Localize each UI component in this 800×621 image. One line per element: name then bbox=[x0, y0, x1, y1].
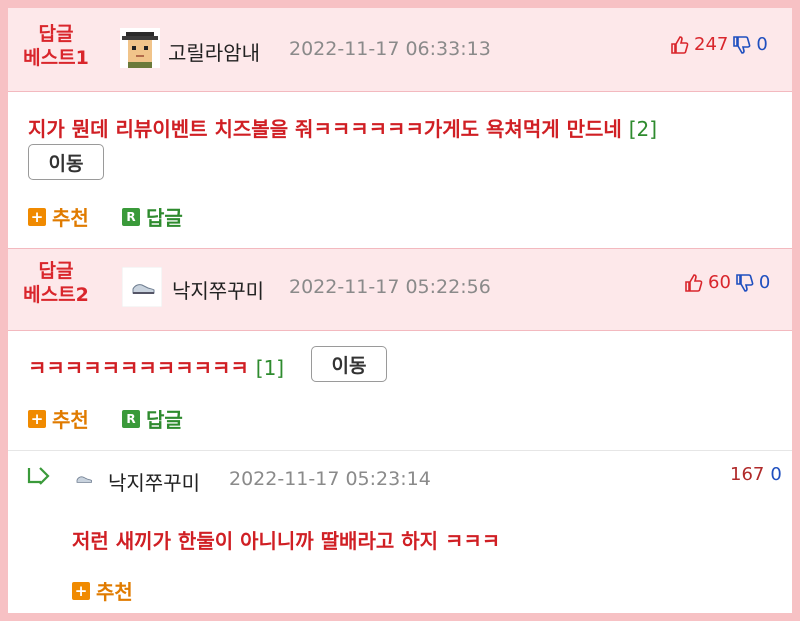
recommend-button[interactable]: + 추천 bbox=[72, 576, 133, 605]
recommend-label: 추천 bbox=[52, 206, 89, 230]
best-label-line1: 답글 bbox=[38, 260, 74, 282]
avatar-octopus[interactable] bbox=[121, 266, 163, 308]
pixel-avatar-icon bbox=[120, 28, 160, 68]
shoe-avatar-icon bbox=[76, 476, 92, 483]
nickname[interactable]: 고릴라암내 bbox=[168, 37, 260, 66]
reply-badge-icon: R bbox=[122, 409, 140, 428]
comment-body: ㅋㅋㅋㅋㅋㅋㅋㅋㅋㅋㅋㅋ bbox=[28, 356, 249, 380]
plus-box-icon: + bbox=[72, 581, 90, 600]
upvote-count[interactable]: 167 bbox=[730, 464, 764, 485]
avatar-octopus[interactable] bbox=[72, 466, 98, 492]
reply-arrow-icon bbox=[27, 467, 50, 485]
best-label-line2: 베스트1 bbox=[23, 47, 89, 69]
downvote-count: 0 bbox=[756, 34, 768, 55]
reply-button[interactable]: R 답글 bbox=[122, 202, 183, 231]
reply-text: 저런 새끼가 한둘이 아니니까 딸배라고 하지 ㅋㅋㅋ bbox=[72, 529, 501, 553]
recommend-label: 추천 bbox=[96, 580, 133, 604]
thumbs-down-icon[interactable] bbox=[732, 35, 752, 55]
reply-date: 2022-11-17 05:23:14 bbox=[229, 468, 431, 490]
reply-label: 답글 bbox=[146, 206, 183, 230]
upvote-count: 247 bbox=[694, 34, 729, 55]
downvote-count: 0 bbox=[758, 272, 771, 293]
plus-box-icon: + bbox=[28, 409, 46, 428]
reply-vote-box: 167 0 bbox=[730, 464, 782, 485]
move-button[interactable]: 이동 bbox=[28, 144, 104, 180]
vote-box: 247 0 bbox=[670, 34, 768, 55]
comment-date: 2022-11-17 05:22:56 bbox=[289, 276, 491, 298]
thumbs-up-icon[interactable] bbox=[670, 35, 690, 55]
recommend-button[interactable]: + 추천 bbox=[28, 404, 89, 433]
reply-count[interactable]: [2] bbox=[629, 117, 657, 141]
best-label-1: 답글 베스트1 bbox=[8, 22, 104, 70]
reply-divider bbox=[8, 450, 792, 451]
best-label-line2: 베스트2 bbox=[23, 284, 89, 306]
reply-badge-icon: R bbox=[122, 207, 140, 226]
best-label-2: 답글 베스트2 bbox=[8, 259, 104, 307]
thumbs-up-icon[interactable] bbox=[684, 273, 704, 293]
downvote-count[interactable]: 0 bbox=[770, 464, 781, 485]
plus-box-icon: + bbox=[28, 207, 46, 226]
shoe-avatar-icon bbox=[121, 266, 163, 308]
reply-button[interactable]: R 답글 bbox=[122, 404, 183, 433]
comment-text: 지가 뭔데 리뷰이벤트 치즈볼을 줘ㅋㅋㅋㅋㅋㅋ가게도 욕쳐먹게 만드네 [2] bbox=[28, 113, 657, 142]
reply-label: 답글 bbox=[146, 408, 183, 432]
recommend-button[interactable]: + 추천 bbox=[28, 202, 89, 231]
comment-text: ㅋㅋㅋㅋㅋㅋㅋㅋㅋㅋㅋㅋ [1] bbox=[28, 352, 284, 381]
reply-count[interactable]: [1] bbox=[256, 356, 284, 380]
thumbs-down-icon[interactable] bbox=[735, 273, 755, 293]
comment-date: 2022-11-17 06:33:13 bbox=[289, 38, 491, 60]
vote-box: 60 0 bbox=[684, 272, 770, 293]
recommend-label: 추천 bbox=[52, 408, 89, 432]
comment-body: 지가 뭔데 리뷰이벤트 치즈볼을 줘ㅋㅋㅋㅋㅋㅋ가게도 욕쳐먹게 만드네 bbox=[28, 117, 622, 141]
move-button[interactable]: 이동 bbox=[311, 346, 387, 382]
upvote-count: 60 bbox=[708, 272, 731, 293]
nickname[interactable]: 낙지쭈꾸미 bbox=[172, 275, 264, 304]
avatar-gorilla[interactable] bbox=[120, 28, 160, 68]
nickname[interactable]: 낙지쭈꾸미 bbox=[108, 467, 200, 496]
best-label-line1: 답글 bbox=[38, 23, 74, 45]
